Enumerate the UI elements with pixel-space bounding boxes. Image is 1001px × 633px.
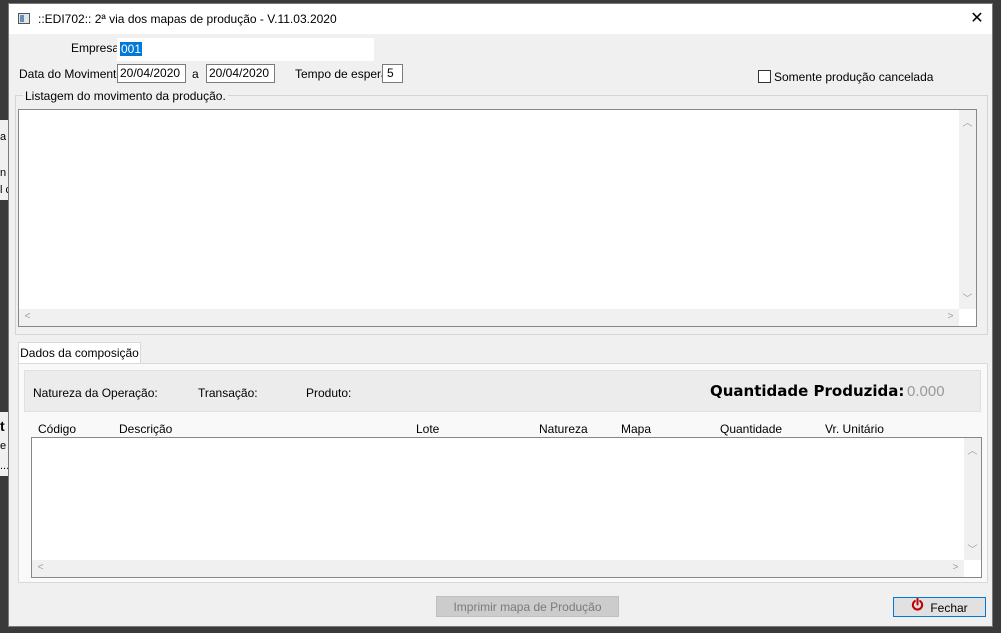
window-title: ::EDI702:: 2ª via dos mapas de produção … <box>38 12 337 26</box>
listagem-horizontal-scrollbar[interactable]: < > <box>19 309 959 326</box>
composicao-vertical-scrollbar[interactable]: ︿ ﹀ <box>964 438 981 560</box>
scroll-right-icon[interactable]: > <box>942 311 959 322</box>
background-text-fragment: e <box>0 440 7 452</box>
fechar-label: Fechar <box>930 601 968 615</box>
data-fim-input[interactable]: 20/04/2020 <box>206 64 275 83</box>
column-header-vr-unitario[interactable]: Vr. Unitário <box>825 422 884 436</box>
composicao-info-bar: Natureza da Operação: Transação: Produto… <box>24 370 981 412</box>
data-separator: a <box>192 67 199 81</box>
composicao-grid[interactable]: ︿ ﹀ < > <box>31 437 982 578</box>
scroll-left-icon[interactable]: < <box>19 311 36 322</box>
app-icon <box>18 13 30 24</box>
quantidade-produzida-label: Quantidade Produzida: <box>710 382 905 400</box>
scroll-down-icon[interactable]: ﹀ <box>959 290 976 305</box>
quantidade-produzida-value: 0.000 <box>907 383 945 400</box>
tempo-espera-label: Tempo de espera: <box>295 67 392 81</box>
imprimir-mapa-button[interactable]: Imprimir mapa de Produção <box>436 596 619 617</box>
scroll-up-icon[interactable]: ︿ <box>959 114 976 129</box>
produto-label: Produto: <box>306 386 352 400</box>
column-header-natureza[interactable]: Natureza <box>539 422 588 436</box>
background-text-fragment: n <box>0 167 7 179</box>
composicao-tab-panel: Natureza da Operação: Transação: Produto… <box>18 363 988 583</box>
scroll-down-icon[interactable]: ﹀ <box>964 541 981 556</box>
listagem-list[interactable]: ︿ ﹀ < > <box>18 109 977 327</box>
empresa-value: 001 <box>120 42 143 56</box>
power-icon <box>911 597 924 617</box>
column-header-codigo[interactable]: Código <box>38 422 76 436</box>
column-header-mapa[interactable]: Mapa <box>621 422 651 436</box>
data-movimento-label: Data do Movimento: <box>19 67 127 81</box>
column-header-lote[interactable]: Lote <box>416 422 439 436</box>
listagem-vertical-scrollbar[interactable]: ︿ ﹀ <box>959 110 976 309</box>
title-bar[interactable]: ::EDI702:: 2ª via dos mapas de produção … <box>9 4 992 34</box>
scroll-up-icon[interactable]: ︿ <box>964 442 981 457</box>
somente-cancelada-label[interactable]: Somente produção cancelada <box>774 70 933 84</box>
somente-cancelada-checkbox[interactable] <box>758 70 771 83</box>
column-header-quantidade[interactable]: Quantidade <box>720 422 782 436</box>
composicao-horizontal-scrollbar[interactable]: < > <box>32 560 964 577</box>
transacao-label: Transação: <box>198 386 258 400</box>
natureza-operacao-label: Natureza da Operação: <box>33 386 158 400</box>
column-header-descricao[interactable]: Descrição <box>119 422 172 436</box>
background-text-fragment: a <box>0 131 7 143</box>
tab-dados-composicao[interactable]: Dados da composição <box>18 342 141 364</box>
scroll-right-icon[interactable]: > <box>947 562 964 573</box>
fechar-button[interactable]: Fechar <box>893 597 986 617</box>
background-text-fragment: t <box>0 418 5 434</box>
empresa-label: Empresa: <box>71 41 123 55</box>
dialog-window: ::EDI702:: 2ª via dos mapas de produção … <box>8 3 993 627</box>
listagem-label: Listagem do movimento da produção. <box>23 89 228 103</box>
tempo-espera-input[interactable]: 5 <box>382 64 403 83</box>
close-icon[interactable]: ✕ <box>962 4 992 34</box>
empresa-input[interactable]: 001 <box>117 38 374 61</box>
data-inicio-input[interactable]: 20/04/2020 <box>117 64 186 83</box>
scroll-left-icon[interactable]: < <box>32 562 49 573</box>
